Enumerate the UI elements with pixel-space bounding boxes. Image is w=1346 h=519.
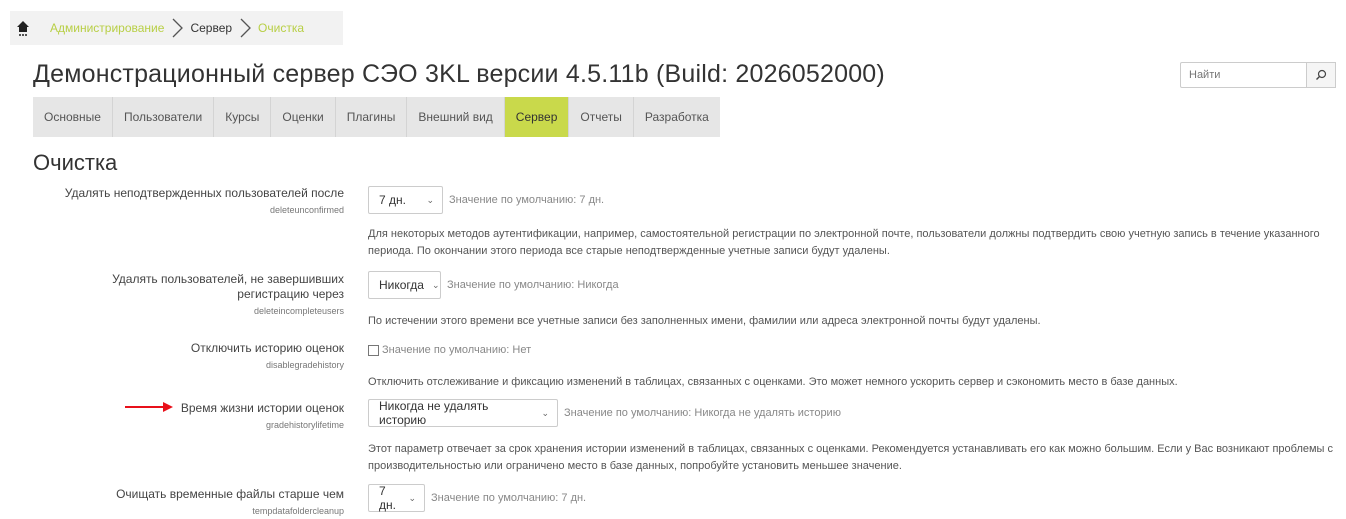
default-value: Значение по умолчанию: Нет bbox=[382, 344, 532, 356]
chevron-right-icon bbox=[170, 17, 184, 39]
setting-label-text: Отключить историю оценок bbox=[190, 341, 344, 355]
default-value: Значение по умолчанию: Никогда не удалят… bbox=[564, 407, 841, 419]
tab-server[interactable]: Сервер bbox=[504, 97, 570, 137]
setting-control: Значение по умолчанию: Нет bbox=[368, 344, 531, 356]
deleteincompleteusers-select[interactable]: Никогда ⌄ bbox=[368, 271, 441, 299]
gradehistorylifetime-select[interactable]: Никогда не удалять историю ⌄ bbox=[368, 399, 558, 427]
setting-label-deleteunconfirmed: Удалять неподтвержденных пользователей п… bbox=[14, 186, 344, 218]
tab-reports[interactable]: Отчеты bbox=[569, 97, 634, 137]
search-box bbox=[1180, 62, 1336, 88]
setting-control: Никогда ⌄ Значение по умолчанию: Никогда bbox=[368, 271, 619, 299]
chevron-right-icon bbox=[238, 17, 252, 39]
tab-grades[interactable]: Оценки bbox=[271, 97, 336, 137]
breadcrumb-link-admin[interactable]: Администрирование bbox=[44, 21, 170, 35]
tab-courses[interactable]: Курсы bbox=[214, 97, 272, 137]
setting-label-deleteincompleteusers: Удалять пользователей, не завершивших ре… bbox=[54, 272, 344, 319]
chevron-down-icon: ⌄ bbox=[426, 194, 434, 205]
setting-name: deleteunconfirmed bbox=[269, 205, 344, 215]
default-value: Значение по умолчанию: 7 дн. bbox=[449, 194, 605, 206]
page-title: Демонстрационный сервер СЭО 3KL версии 4… bbox=[33, 60, 885, 88]
setting-label-disablegradehistory: Отключить историю оценок disablegradehis… bbox=[14, 341, 344, 373]
setting-description: Этот параметр отвечает за срок хранения … bbox=[368, 443, 1334, 472]
select-value: 7 дн. bbox=[379, 193, 406, 207]
setting-label-text: Время жизни истории оценок bbox=[180, 401, 344, 415]
setting-label-text: Удалять пользователей, не завершивших ре… bbox=[112, 272, 344, 301]
setting-label-text: Удалять неподтвержденных пользователей п… bbox=[64, 186, 344, 200]
setting-control: Никогда не удалять историю ⌄ Значение по… bbox=[368, 399, 841, 427]
deleteunconfirmed-select[interactable]: 7 дн. ⌄ bbox=[368, 186, 443, 214]
section-title: Очистка bbox=[33, 150, 118, 175]
breadcrumb: Администрирование Сервер Очистка bbox=[10, 11, 343, 45]
search-input[interactable] bbox=[1180, 62, 1307, 88]
setting-label-tempdatafoldercleanup: Очищать временные файлы старше чем tempd… bbox=[14, 487, 344, 519]
setting-description: Отключить отслеживание и фиксацию измене… bbox=[368, 376, 1178, 388]
setting-label-gradehistorylifetime: Время жизни истории оценок gradehistoryl… bbox=[114, 401, 344, 433]
setting-name: deleteincompleteusers bbox=[253, 306, 344, 316]
tab-plugins[interactable]: Плагины bbox=[335, 97, 408, 137]
tempdatafoldercleanup-select[interactable]: 7 дн. ⌄ bbox=[368, 484, 425, 512]
tab-appearance[interactable]: Внешний вид bbox=[407, 97, 505, 137]
select-value: Никогда bbox=[379, 278, 424, 292]
select-value: 7 дн. bbox=[379, 484, 396, 512]
search-icon bbox=[1316, 69, 1327, 80]
search-button[interactable] bbox=[1307, 62, 1336, 88]
breadcrumb-link-server[interactable]: Сервер bbox=[184, 21, 238, 35]
setting-description: Для некоторых методов аутентификации, на… bbox=[368, 228, 1320, 257]
chevron-down-icon: ⌄ bbox=[541, 407, 549, 418]
admin-tabs: Основные Пользователи Курсы Оценки Плаги… bbox=[33, 97, 720, 137]
home-icon[interactable] bbox=[10, 20, 36, 36]
checkbox-box[interactable] bbox=[368, 344, 379, 356]
select-value: Никогда не удалять историю bbox=[379, 399, 489, 427]
tab-general[interactable]: Основные bbox=[33, 97, 113, 137]
setting-control: 7 дн. ⌄ Значение по умолчанию: 7 дн. bbox=[368, 484, 586, 512]
setting-name: gradehistorylifetime bbox=[265, 420, 344, 430]
setting-description: По истечении этого времени все учетные з… bbox=[368, 315, 1041, 327]
setting-name: disablegradehistory bbox=[265, 360, 344, 370]
default-value: Значение по умолчанию: Никогда bbox=[447, 279, 619, 291]
chevron-down-icon: ⌄ bbox=[408, 492, 416, 503]
setting-control: 7 дн. ⌄ Значение по умолчанию: 7 дн. bbox=[368, 186, 604, 214]
setting-label-text: Очищать временные файлы старше чем bbox=[116, 487, 344, 501]
default-value: Значение по умолчанию: 7 дн. bbox=[431, 492, 587, 504]
disablegradehistory-checkbox[interactable]: Значение по умолчанию: Нет bbox=[368, 344, 531, 356]
chevron-down-icon: ⌄ bbox=[431, 279, 440, 290]
tab-development[interactable]: Разработка bbox=[633, 97, 720, 137]
tab-users[interactable]: Пользователи bbox=[112, 97, 215, 137]
breadcrumb-current: Очистка bbox=[258, 21, 305, 35]
